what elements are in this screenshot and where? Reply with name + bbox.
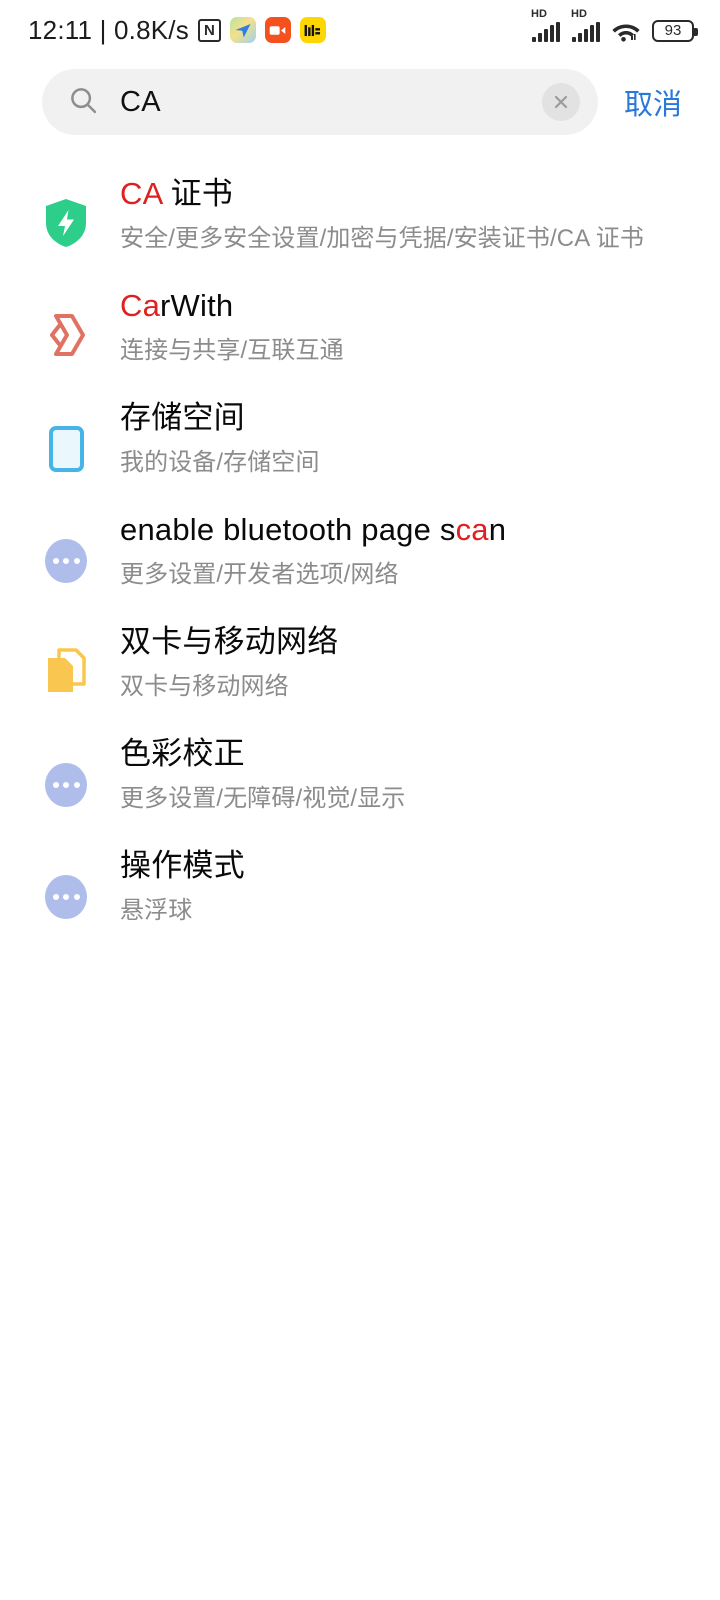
storage-icon: [34, 417, 98, 481]
search-result-item[interactable]: CarWith 连接与共享/互联互通: [0, 270, 720, 382]
search-query-text: CA: [120, 85, 161, 118]
title-highlight: ca: [455, 512, 489, 547]
nfc-icon: N: [197, 18, 221, 42]
shield-icon: [34, 193, 98, 257]
search-result-subtitle: 安全/更多安全设置/加密与凭据/安装证书/CA 证书: [120, 224, 644, 252]
search-result-text: CarWith 连接与共享/互联互通: [98, 283, 690, 369]
title-pre: enable bluetooth page s: [120, 512, 456, 547]
title-pre: 存储空间: [120, 400, 245, 435]
title-highlight: CA: [120, 176, 162, 211]
search-result-title: 存储空间: [120, 397, 690, 439]
search-result-subtitle: 连接与共享/互联互通: [120, 336, 344, 364]
status-bar-left: 12:11 | 0.8K/s N: [28, 15, 326, 46]
status-bar: 12:11 | 0.8K/s N HD HD 93: [0, 0, 720, 60]
more-dots-icon: [45, 539, 87, 583]
sim-cards-icon: [34, 641, 98, 705]
signal-icon-sim1: HD: [531, 8, 560, 42]
status-clock: 12:11 | 0.8K/s: [28, 14, 189, 45]
search-result-subtitle: 双卡与移动网络: [120, 672, 289, 700]
signal-bars-sim2: [572, 21, 600, 42]
more-dots-icon: [34, 753, 98, 817]
signal-icon-sim2: HD: [571, 8, 600, 42]
search-result-subtitle: 我的设备/存储空间: [120, 448, 320, 476]
search-result-text: enable bluetooth page scan 更多设置/开发者选项/网络: [98, 507, 690, 593]
search-result-subtitle: 悬浮球: [120, 896, 193, 924]
title-pre: 色彩校正: [120, 736, 245, 771]
battery-icon: 93: [652, 19, 698, 42]
title-highlight: Ca: [120, 288, 161, 323]
search-row: CA 取消: [0, 60, 720, 136]
more-dots-icon: [34, 865, 98, 929]
search-result-subtitle: 更多设置/开发者选项/网络: [120, 560, 399, 588]
more-dots-icon: [45, 875, 87, 919]
cancel-button[interactable]: 取消: [598, 81, 698, 123]
shield-icon: [43, 197, 89, 254]
carwith-icon: [34, 305, 98, 369]
search-result-title: CarWith: [120, 285, 690, 327]
search-result-text: CA 证书安全/更多安全设置/加密与凭据/安装证书/CA 证书: [98, 171, 690, 257]
status-bar-right: HD HD 93: [531, 8, 698, 42]
search-result-title: CA 证书: [120, 173, 690, 215]
search-icon: [68, 85, 98, 120]
title-post: n: [488, 512, 507, 547]
search-input[interactable]: CA: [42, 69, 598, 135]
search-result-title: 双卡与移动网络: [120, 621, 690, 663]
maps-app-icon: [229, 17, 256, 43]
search-result-item[interactable]: 色彩校正更多设置/无障碍/视觉/显示: [0, 718, 720, 830]
yellow-app-icon: [299, 17, 326, 43]
hd-label-sim1: HD: [531, 7, 547, 20]
search-result-title: enable bluetooth page scan: [120, 509, 690, 551]
title-pre: 双卡与移动网络: [120, 624, 339, 659]
search-result-item[interactable]: 双卡与移动网络 双卡与移动网络: [0, 606, 720, 718]
search-result-item[interactable]: CA 证书安全/更多安全设置/加密与凭据/安装证书/CA 证书: [0, 158, 720, 270]
video-app-icon: [264, 17, 291, 43]
search-result-subtitle: 更多设置/无障碍/视觉/显示: [120, 784, 406, 812]
search-result-text: 色彩校正更多设置/无障碍/视觉/显示: [98, 731, 690, 817]
more-dots-icon: [34, 529, 98, 593]
hd-label-sim2: HD: [571, 7, 587, 20]
more-dots-icon: [45, 763, 87, 807]
search-result-title: 操作模式: [120, 845, 690, 887]
search-result-text: 存储空间我的设备/存储空间: [98, 395, 690, 481]
storage-icon: [48, 426, 84, 472]
search-results-list: CA 证书安全/更多安全设置/加密与凭据/安装证书/CA 证书 CarWith 连接…: [0, 136, 720, 942]
title-pre: 操作模式: [120, 848, 245, 883]
search-result-title: 色彩校正: [120, 733, 690, 775]
search-result-item[interactable]: 存储空间我的设备/存储空间: [0, 382, 720, 494]
wifi-icon: [611, 19, 641, 42]
sim-cards-icon: [43, 646, 89, 701]
search-result-text: 双卡与移动网络 双卡与移动网络: [98, 619, 690, 705]
title-post: 证书: [161, 176, 233, 211]
signal-bars-sim1: [532, 21, 560, 42]
carwith-icon: [42, 309, 90, 366]
title-post: rWith: [160, 288, 234, 323]
search-result-item[interactable]: enable bluetooth page scan 更多设置/开发者选项/网络: [0, 494, 720, 606]
search-result-text: 操作模式 悬浮球: [98, 843, 690, 929]
search-result-item[interactable]: 操作模式 悬浮球: [0, 830, 720, 942]
clear-icon[interactable]: [541, 83, 580, 121]
